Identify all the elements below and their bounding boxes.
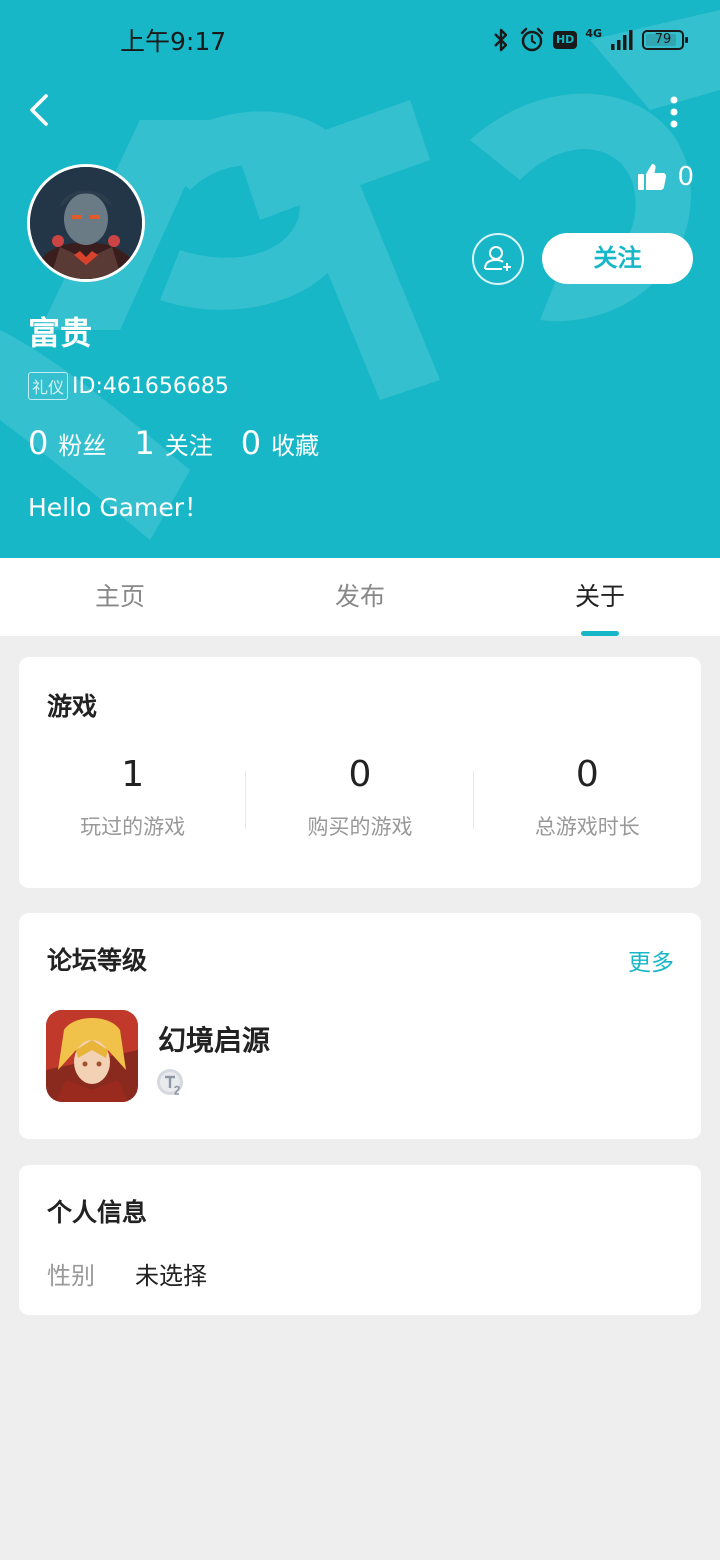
tab-about-label: 关于 [574,582,625,611]
games-card: 游戏 1 玩过的游戏 0 购买的游戏 0 总游戏时长 [19,657,701,888]
back-button[interactable] [22,90,62,130]
level-badge-icon [157,1069,183,1095]
more-options-button[interactable] [662,92,686,132]
alarm-icon [520,27,544,52]
forum-game-name[interactable]: 幻境启源 [158,1019,270,1059]
user-bio: Hello Gamer！ [28,493,210,522]
hd-voice-badge: HD [552,31,578,49]
gender-row: 性别 未选择 [47,1256,207,1291]
avatar[interactable] [27,164,145,282]
tab-home[interactable]: 主页 [0,558,240,636]
played-games-label: 玩过的游戏 [80,815,186,839]
bluetooth-icon [494,28,508,52]
played-games-count: 1 [121,754,145,795]
username: 富贵 [28,314,93,352]
add-friend-button[interactable] [472,233,524,285]
personal-info-title: 个人信息 [47,1198,148,1227]
more-link[interactable]: 更多 [628,943,674,977]
personal-info-card: 个人信息 性别 未选择 [19,1165,701,1315]
game-icon-image [46,1010,138,1102]
etiquette-badge: 礼仪 [28,372,69,400]
network-type: 4G [585,26,602,40]
status-bar: 上午9:17 HD 4G 79 [0,0,720,80]
profile-tabs: 主页 发布 关于 [0,558,720,636]
tab-about[interactable]: 关于 [480,558,720,636]
purchased-games-stat[interactable]: 0 购买的游戏 [246,753,474,841]
thumbs-up-icon [638,164,667,190]
profile-stats: 0 粉丝 1 关注 0 收藏 [28,424,347,462]
status-time: 上午9:17 [120,27,227,56]
playtime-label: 总游戏时长 [534,815,640,839]
status-icons: HD 4G 79 [491,24,688,56]
forum-level-title: 论坛等级 [47,946,148,975]
user-id: ID:461656685 [72,373,229,399]
active-tab-indicator [581,631,619,636]
game-app-icon[interactable] [46,1010,138,1102]
like-button[interactable]: 0 [637,162,694,192]
playtime-stat[interactable]: 0 总游戏时长 [474,753,701,841]
games-card-title: 游戏 [47,692,98,721]
purchased-games-count: 0 [348,754,372,795]
gender-value: 未选择 [135,1262,207,1290]
tab-posts[interactable]: 发布 [240,558,480,636]
followers-label[interactable]: 粉丝 [58,426,106,461]
avatar-image [30,167,142,279]
favorites-count[interactable]: 0 [241,424,261,462]
user-id-row: 礼仪 ID:461656685 [28,372,229,400]
forum-level-card: 论坛等级 更多 幻境启源 [19,913,701,1139]
played-games-stat[interactable]: 1 玩过的游戏 [19,753,247,841]
battery-icon: 79 [642,30,688,50]
followers-count[interactable]: 0 [28,424,48,462]
favorites-label[interactable]: 收藏 [271,426,319,461]
purchased-games-label: 购买的游戏 [307,815,413,839]
game-stats: 1 玩过的游戏 0 购买的游戏 0 总游戏时长 [19,753,701,841]
following-count[interactable]: 1 [134,424,154,462]
gender-label: 性别 [47,1262,95,1290]
profile-header: 上午9:17 HD 4G 79 0 关注 富贵 礼仪 ID:461656685 … [0,0,720,558]
follow-button[interactable]: 关注 [542,233,693,284]
battery-level: 79 [654,32,672,47]
add-user-icon [484,246,511,271]
following-label[interactable]: 关注 [165,426,213,461]
likes-count: 0 [677,162,694,192]
playtime-value: 0 [575,754,599,795]
signal-icon [611,30,633,50]
